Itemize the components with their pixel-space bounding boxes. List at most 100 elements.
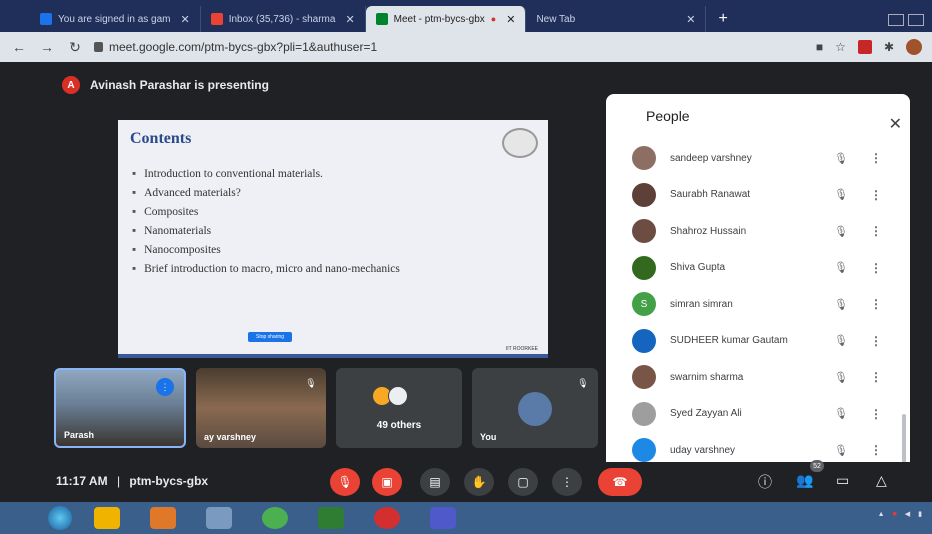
more-options-icon[interactable]: ⋮ — [870, 370, 882, 384]
activities-icon[interactable]: △ — [876, 472, 887, 489]
url-field[interactable]: meet.google.com/ptm-bycs-gbx?pli=1&authu… — [94, 40, 377, 54]
os-taskbar: ▲ ■ ◀ ▮ — [0, 502, 932, 534]
profile-avatar[interactable] — [906, 39, 922, 55]
tray-shield-icon[interactable]: ■ — [893, 511, 897, 518]
participant-row[interactable]: Syed Zayyan Ali 🎙 ⋮ — [632, 396, 896, 433]
more-options-icon[interactable]: ⋮ — [870, 151, 882, 165]
more-options-icon[interactable]: ⋮ — [870, 188, 882, 202]
more-options-button[interactable]: ⋮ — [552, 468, 582, 496]
more-options-icon[interactable]: ⋮ — [870, 334, 882, 348]
mic-off-icon: 🎙 — [577, 377, 589, 388]
self-tile[interactable]: 🎙 You — [472, 368, 598, 448]
more-options-icon[interactable]: ⋮ — [870, 297, 882, 311]
participant-tile[interactable]: 🎙 ay varshney — [196, 368, 326, 448]
people-icon[interactable]: 👥 — [796, 472, 813, 489]
tab-close-icon[interactable]: ✕ — [345, 13, 354, 26]
tray-arrow-icon[interactable]: ▲ — [878, 511, 885, 518]
avatar — [632, 401, 656, 426]
speaking-indicator-icon: ⋮ — [156, 378, 174, 396]
mic-off-icon: 🎙 — [834, 189, 848, 202]
tab-meet[interactable]: Meet - ptm-bycs-gbx ● ✕ — [365, 6, 527, 32]
opera-icon[interactable] — [374, 507, 400, 529]
avatar — [632, 182, 656, 207]
tile-label: ay varshney — [204, 432, 257, 442]
mic-off-icon: 🎙 — [834, 444, 848, 457]
more-options-icon[interactable]: ⋮ — [870, 261, 882, 275]
institute-logo — [502, 128, 538, 158]
participant-row[interactable]: sandeep varshney 🎙 ⋮ — [632, 140, 896, 177]
participant-row[interactable]: Shahroz Hussain 🎙 ⋮ — [632, 213, 896, 250]
tab-close-icon[interactable]: ✕ — [686, 13, 695, 26]
camera-off-icon: ▣ — [381, 475, 393, 489]
excel-icon[interactable] — [318, 507, 344, 529]
more-options-icon[interactable]: ⋮ — [870, 224, 882, 238]
mic-toggle-button[interactable]: 🎙 — [330, 468, 360, 496]
present-button[interactable]: ▢ — [508, 468, 538, 496]
avatar — [632, 219, 656, 244]
system-tray: ▲ ■ ◀ ▮ — [878, 510, 922, 519]
mic-off-icon: 🎙 — [834, 371, 848, 384]
participant-name: Saurabh Ranawat — [670, 189, 751, 201]
extensions-puzzle-icon[interactable]: ✱ — [884, 40, 894, 54]
avatar — [632, 328, 656, 353]
address-bar-icons: ■ ☆ ✱ — [816, 39, 922, 55]
presenter-banner: A Avinash Parashar is presenting — [62, 76, 269, 94]
camera-toggle-button[interactable]: ▣ — [372, 468, 402, 496]
teams-icon[interactable] — [430, 507, 456, 529]
reload-icon[interactable]: ↻ — [66, 39, 84, 56]
participant-row[interactable]: S simran simran 🎙 ⋮ — [632, 286, 896, 323]
volume-icon[interactable]: ◀ — [905, 510, 910, 518]
slide-bullet: Composites — [132, 206, 400, 218]
more-options-icon[interactable]: ⋮ — [870, 407, 882, 421]
chrome-icon[interactable] — [262, 507, 288, 529]
leave-call-button[interactable]: ☎ — [598, 468, 642, 496]
slide-bullet-list: Introduction to conventional materials. … — [132, 168, 400, 282]
participant-row[interactable]: Shiva Gupta 🎙 ⋮ — [632, 250, 896, 287]
tab-label: New Tab — [536, 13, 576, 25]
tab-signed-in[interactable]: You are signed in as gam ✕ — [30, 6, 201, 32]
participant-row[interactable]: swarnim sharma 🎙 ⋮ — [632, 359, 896, 396]
start-button[interactable] — [48, 506, 72, 530]
participant-tile-speaker[interactable]: ⋮ Parash — [54, 368, 186, 448]
media-player-icon[interactable] — [94, 507, 120, 529]
mic-off-icon: 🎙 — [834, 152, 848, 165]
bookmark-star-icon[interactable]: ☆ — [835, 40, 846, 54]
extension-icon[interactable] — [857, 40, 872, 54]
forward-arrow-icon[interactable]: → — [38, 39, 56, 55]
maximize-icon[interactable] — [908, 14, 924, 26]
presentation-slide: Contents Introduction to conventional ma… — [118, 120, 548, 358]
participant-row[interactable]: Saurabh Ranawat 🎙 ⋮ — [632, 177, 896, 214]
tab-close-icon[interactable]: ✕ — [506, 13, 515, 26]
meeting-details-icon[interactable]: ⓘ — [758, 472, 772, 492]
others-tile[interactable]: 49 others — [336, 368, 462, 448]
tab-inbox[interactable]: Inbox (35,736) - sharma ✕ — [201, 6, 366, 32]
minimize-icon[interactable] — [888, 14, 904, 26]
close-icon[interactable]: ✕ — [889, 114, 902, 134]
camera-icon[interactable]: ■ — [816, 40, 823, 54]
raise-hand-button[interactable]: ✋ — [464, 468, 494, 496]
new-tab-plus-icon[interactable]: + — [706, 6, 739, 32]
meeting-time: 11:17 AM — [56, 474, 108, 488]
network-icon[interactable]: ▮ — [918, 510, 922, 518]
url-text: meet.google.com/ptm-bycs-gbx?pli=1&authu… — [109, 40, 378, 54]
back-arrow-icon[interactable]: ← — [10, 39, 28, 55]
address-bar: ← → ↻ meet.google.com/ptm-bycs-gbx?pli=1… — [0, 32, 932, 62]
tab-new-tab[interactable]: New Tab ✕ — [526, 6, 707, 32]
file-explorer-icon[interactable] — [206, 507, 232, 529]
tab-close-icon[interactable]: ✕ — [181, 13, 190, 26]
mic-off-icon: 🎙 — [834, 335, 848, 348]
mic-off-icon: 🎙 — [305, 377, 317, 388]
people-panel-title: People — [646, 108, 690, 124]
slide-bullet: Nanomaterials — [132, 225, 400, 237]
captions-button[interactable]: ▤ — [420, 468, 450, 496]
participant-row[interactable]: SUDHEER kumar Gautam 🎙 ⋮ — [632, 323, 896, 360]
more-options-icon[interactable]: ⋮ — [870, 443, 882, 457]
meeting-code: ptm-bycs-gbx — [129, 474, 209, 488]
tab-label: You are signed in as gam — [58, 13, 171, 25]
mic-off-icon: 🎙 — [834, 225, 848, 238]
firefox-icon[interactable] — [150, 507, 176, 529]
others-avatars — [372, 386, 408, 406]
chat-icon[interactable]: ▭ — [836, 472, 849, 489]
mic-off-icon: 🎙 — [834, 298, 848, 311]
stop-sharing-button[interactable]: Stop sharing — [248, 332, 293, 342]
